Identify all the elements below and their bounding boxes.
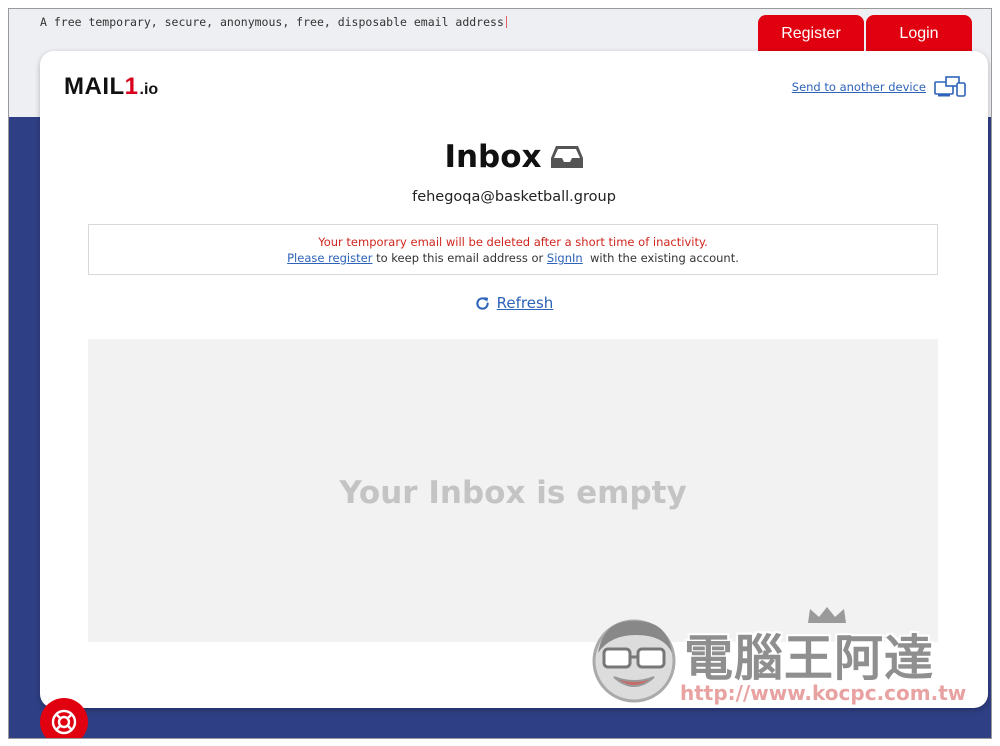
send-to-device[interactable]: Send to another device [792,76,966,98]
send-to-device-link[interactable]: Send to another device [792,80,926,94]
register-button[interactable]: Register [758,15,864,53]
site-logo[interactable]: MAIL1 .io [64,73,158,101]
page-title: Inbox [444,139,542,175]
logo-wordmark: MAIL1 [64,73,139,100]
empty-inbox-message: Your Inbox is empty [339,474,687,511]
notice-mid-text: to keep this email address or [372,251,547,265]
notice-end-text: with the existing account. [582,251,739,265]
text-caret [505,16,507,28]
notice-register-line: Please register to keep this email addre… [89,250,937,266]
message-list-empty: Your Inbox is empty [88,339,938,642]
temporary-email-address[interactable]: fehegoqa@basketball.group [40,189,988,205]
please-register-link[interactable]: Please register [287,251,372,265]
help-button[interactable] [40,698,88,738]
device-transfer-icon[interactable] [934,76,966,98]
refresh-button[interactable]: Refresh [40,294,988,312]
signin-link[interactable]: SignIn [547,251,583,265]
inbox-heading: Inbox [40,139,988,175]
refresh-link[interactable]: Refresh [497,294,554,312]
inbox-tray-icon [550,146,583,168]
lifebuoy-icon[interactable] [50,708,78,736]
logo-tld: .io [139,81,159,98]
refresh-icon[interactable] [475,296,490,311]
tagline-typing-text: A free temporary, secure, anonymous, fre… [40,15,507,29]
inbox-card: MAIL1 .io Send to another device Inbox f… [40,51,988,708]
login-button[interactable]: Login [866,15,972,53]
notice-warning-text: Your temporary email will be deleted aft… [318,235,708,249]
inactivity-notice: Your temporary email will be deleted aft… [88,224,938,275]
browser-viewport: A free temporary, secure, anonymous, fre… [8,8,992,739]
